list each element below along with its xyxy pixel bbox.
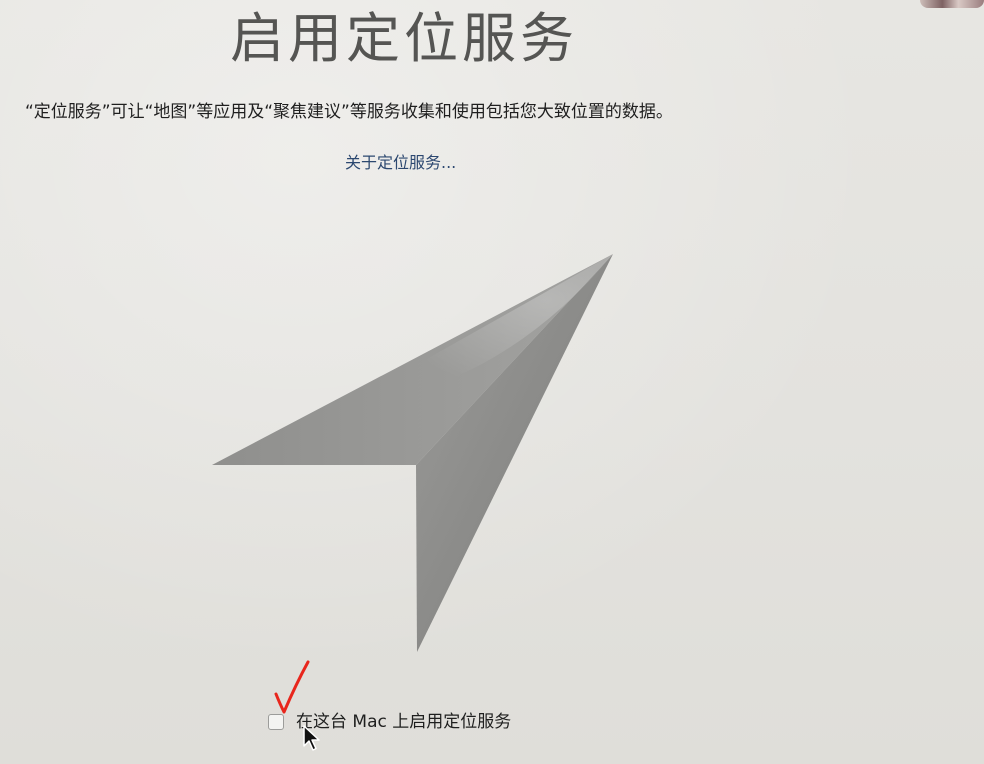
enable-location-checkbox-label[interactable]: 在这台 Mac 上启用定位服务 xyxy=(296,710,511,734)
mouse-pointer-icon xyxy=(303,725,320,751)
red-check-mark-icon xyxy=(274,660,310,714)
page-title: 启用定位服务 xyxy=(230,7,578,70)
location-arrow-icon xyxy=(212,254,613,652)
about-location-services-link[interactable]: 关于定位服务... xyxy=(345,152,456,174)
enable-location-checkbox[interactable] xyxy=(268,714,284,730)
setup-assistant-screen: 启用定位服务 “定位服务”可让“地图”等应用及“聚焦建议”等服务收集和使用包括您… xyxy=(0,0,984,764)
page-description: “定位服务”可让“地图”等应用及“聚焦建议”等服务收集和使用包括您大致位置的数据… xyxy=(25,102,673,122)
webcam-overlay-thumbnail xyxy=(920,0,984,8)
